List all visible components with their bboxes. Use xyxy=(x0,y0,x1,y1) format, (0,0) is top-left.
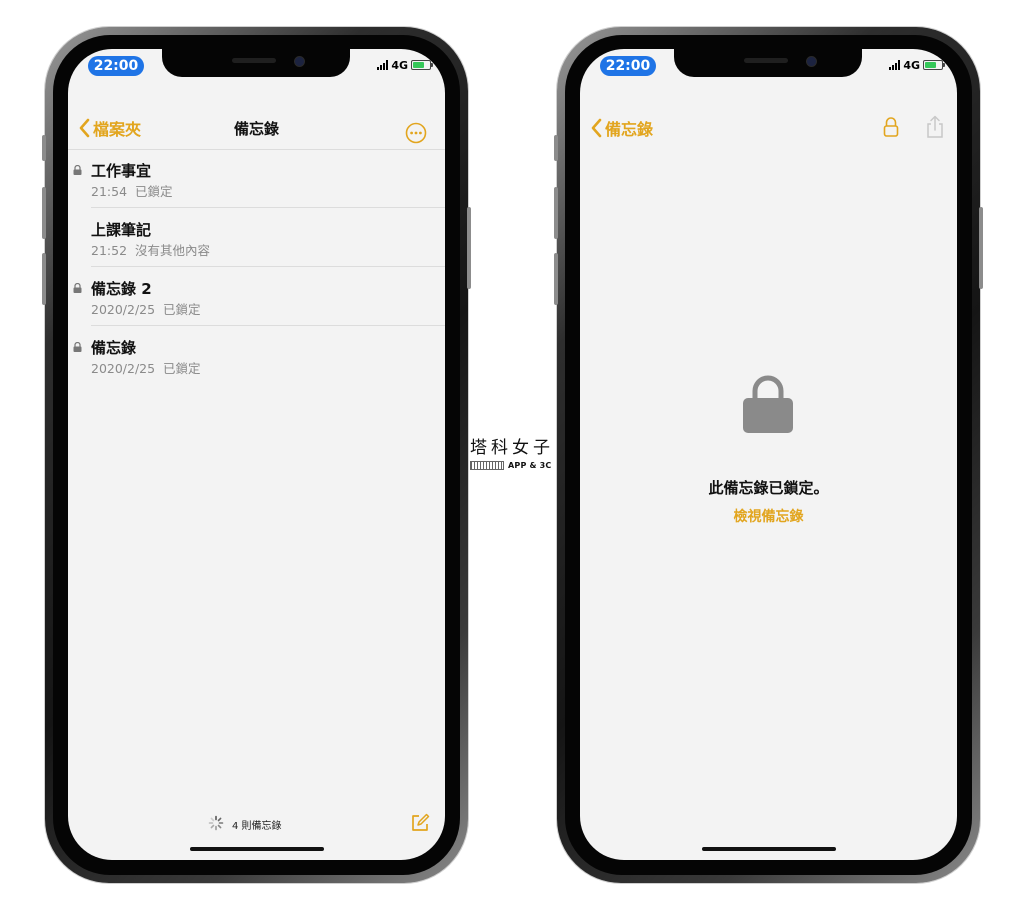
note-row-memo-2[interactable]: 備忘錄 2 2020/2/25 已鎖定 xyxy=(73,267,445,326)
home-indicator[interactable] xyxy=(702,847,836,851)
note-row-work[interactable]: 工作事宜 21:54 已鎖定 xyxy=(73,149,445,208)
status-indicators: 4G xyxy=(377,58,433,72)
note-row-memo[interactable]: 備忘錄 2020/2/25 已鎖定 xyxy=(73,326,445,385)
status-indicators: 4G xyxy=(889,58,945,72)
watermark-title: 塔科女子 xyxy=(470,438,554,458)
network-type: 4G xyxy=(391,58,408,72)
chevron-left-icon xyxy=(591,118,602,138)
notch xyxy=(162,49,350,77)
note-subtitle: 21:54 已鎖定 xyxy=(91,184,173,199)
right-phone: 22:00 4G 備忘錄 此備忘錄已鎖定。 檢視備忘錄 xyxy=(554,27,983,883)
network-type: 4G xyxy=(903,58,920,72)
watermark-barcode xyxy=(470,461,504,470)
locked-message: 此備忘錄已鎖定。 xyxy=(708,479,829,497)
nav-actions xyxy=(883,115,945,139)
note-title: 工作事宜 xyxy=(91,162,152,180)
lock-icon[interactable] xyxy=(883,116,899,138)
notes-list: 工作事宜 21:54 已鎖定 上課筆記 21:52 沒有其他內容 備忘錄 2 2… xyxy=(68,149,445,385)
mute-switch xyxy=(554,135,558,161)
volume-down-button xyxy=(42,253,46,305)
note-title: 備忘錄 2 xyxy=(91,280,152,298)
toolbar: 4 則備忘錄 xyxy=(68,811,445,835)
note-subtitle: 21:52 沒有其他內容 xyxy=(91,243,210,258)
volume-up-button xyxy=(554,187,558,239)
lock-icon xyxy=(73,283,82,293)
compose-icon[interactable] xyxy=(410,813,430,833)
more-options-icon[interactable] xyxy=(405,122,427,144)
home-indicator[interactable] xyxy=(190,847,324,851)
view-note-link[interactable]: 檢視備忘錄 xyxy=(580,506,957,526)
power-button xyxy=(979,207,983,289)
volume-up-button xyxy=(42,187,46,239)
back-button-notes[interactable]: 備忘錄 xyxy=(589,116,653,140)
lock-icon xyxy=(73,342,82,352)
mute-switch xyxy=(42,135,46,161)
signal-icon xyxy=(889,60,901,70)
status-time[interactable]: 22:00 xyxy=(88,56,144,76)
notch xyxy=(674,49,862,77)
loading-spinner-icon xyxy=(208,815,224,831)
signal-icon xyxy=(377,60,389,70)
notes-list-screen: 22:00 4G 檔案夾 備忘錄 工作事宜 21:54 已鎖定 上課筆記 21:… xyxy=(68,49,445,860)
volume-down-button xyxy=(554,253,558,305)
left-phone: 22:00 4G 檔案夾 備忘錄 工作事宜 21:54 已鎖定 上課筆記 21:… xyxy=(42,27,471,883)
power-button xyxy=(467,207,471,289)
share-icon[interactable] xyxy=(925,115,945,139)
status-time[interactable]: 22:00 xyxy=(600,56,656,76)
watermark-logo: 塔科女子 APP & 3C xyxy=(470,433,554,478)
note-row-class[interactable]: 上課筆記 21:52 沒有其他內容 xyxy=(91,208,445,267)
note-title: 上課筆記 xyxy=(91,221,152,239)
battery-icon xyxy=(923,60,945,70)
note-title: 備忘錄 xyxy=(91,339,137,357)
note-subtitle: 2020/2/25 已鎖定 xyxy=(91,302,201,317)
battery-icon xyxy=(411,60,433,70)
lock-icon xyxy=(73,165,82,175)
lock-icon xyxy=(743,375,793,433)
watermark-subtitle: APP & 3C xyxy=(508,461,552,470)
note-subtitle: 2020/2/25 已鎖定 xyxy=(91,361,201,376)
locked-note-screen: 22:00 4G 備忘錄 此備忘錄已鎖定。 檢視備忘錄 xyxy=(580,49,957,860)
page-title: 備忘錄 xyxy=(233,120,279,138)
note-count: 4 則備忘錄 xyxy=(232,821,282,832)
back-label: 備忘錄 xyxy=(605,120,654,139)
